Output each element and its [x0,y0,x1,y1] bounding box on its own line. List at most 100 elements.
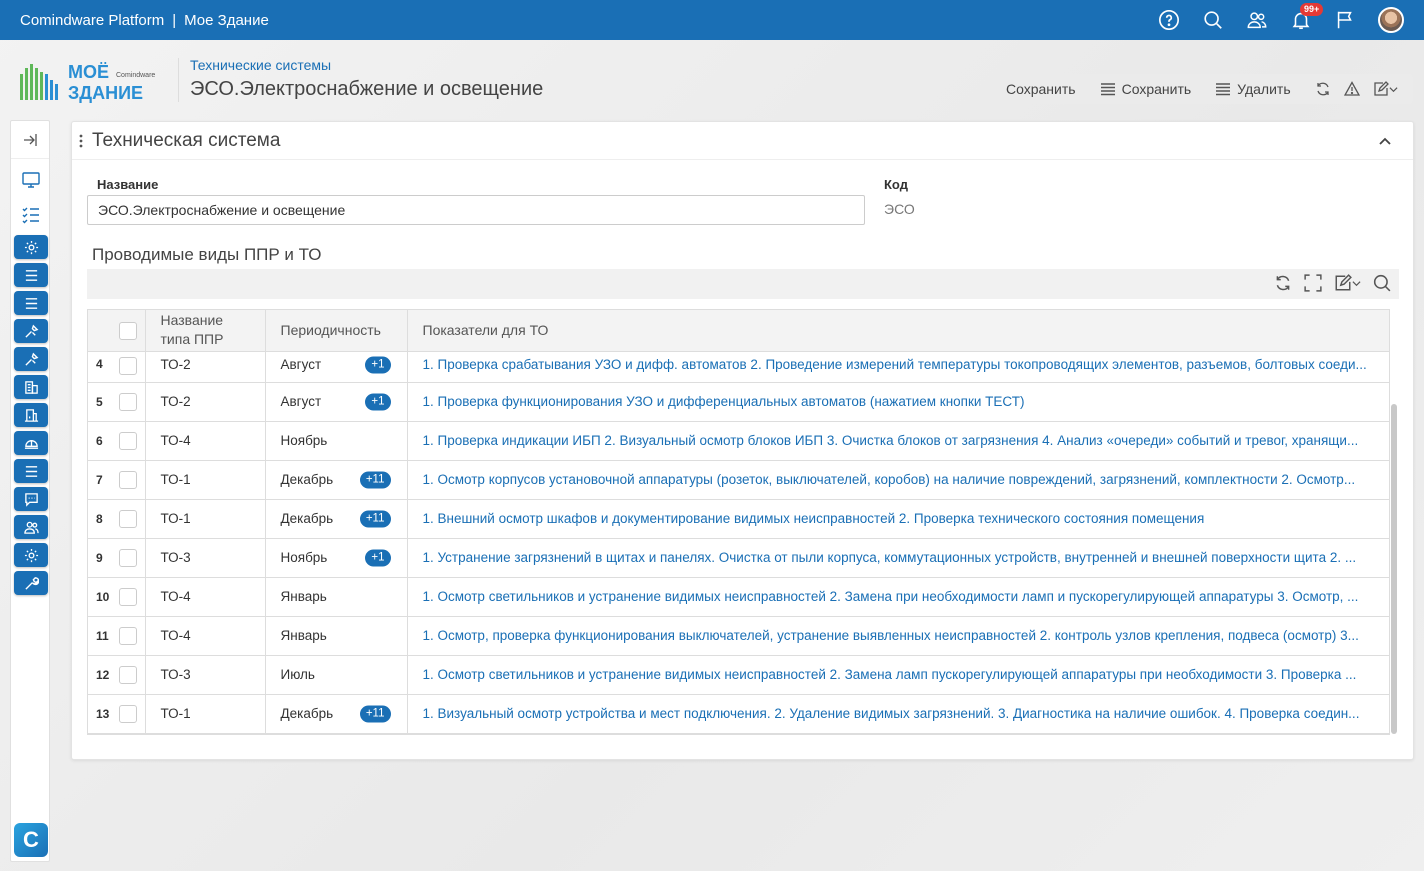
period-label: Январь [280,589,327,604]
sidebar-item-list-3[interactable] [14,459,48,483]
row-number-header [88,310,112,352]
sidebar-item-list-2[interactable] [14,291,48,315]
cell-indicators[interactable]: 1. Осмотр светильников и устранение види… [407,655,1389,695]
column-header-period[interactable]: Периодичность [265,310,408,352]
edit-dropdown-icon[interactable] [1334,274,1361,292]
period-count-badge[interactable]: +1 [365,549,391,566]
save-menu-label: Сохранить [1121,81,1192,97]
bell-icon[interactable]: 99+ [1290,3,1324,31]
row-checkbox[interactable] [112,694,146,734]
row-checkbox[interactable] [112,351,146,383]
period-count-badge[interactable]: +11 [359,510,391,527]
checklist-icon[interactable] [20,204,42,226]
table-row[interactable]: 6 ТО-4 Ноябрь 1. Проверка индикации ИБП 2. … [88,421,1389,461]
monitor-icon[interactable] [20,169,42,191]
app-name[interactable]: Мое Здание [184,12,269,29]
sidebar-item-tools-2[interactable] [14,347,48,371]
search-icon[interactable] [1202,9,1224,31]
cell-indicators[interactable]: 1. Устранение загрязнений в щитах и пане… [407,538,1389,578]
user-avatar[interactable] [1378,7,1404,33]
row-checkbox[interactable] [112,655,146,695]
panel-title: Техническая система [92,130,281,151]
table-row[interactable]: 7 ТО-1 Декабрь +11 1. Осмотр корпусов устано… [88,460,1389,500]
cell-indicators[interactable]: 1. Осмотр, проверка функционирования вык… [407,616,1389,656]
period-count-badge[interactable]: +11 [359,705,391,722]
users-icon [23,521,39,534]
column-header-type[interactable]: Название типа ППР [145,310,266,352]
fullscreen-icon[interactable] [1304,274,1322,292]
search-icon[interactable] [1373,274,1391,292]
cell-indicators[interactable]: 1. Осмотр корпусов установочной аппарату… [407,460,1389,500]
table-row[interactable]: 5 ТО-2 Август +1 1. Проверка функционировани… [88,382,1389,422]
help-icon[interactable] [1158,9,1180,31]
row-checkbox[interactable] [112,382,146,422]
drag-handle-icon[interactable] [79,134,83,148]
sidebar-item-messages[interactable] [14,487,48,511]
cell-indicators[interactable]: 1. Проверка срабатывания УЗО и дифф. авт… [407,351,1389,383]
table-row[interactable]: 4 ТО-2 Август +1 1. Проверка срабатывания УЗ… [88,351,1389,383]
save-button-label: Сохранить [1006,81,1076,97]
sidebar-item-list-1[interactable] [14,263,48,287]
record-toolbar: Сохранить Сохранить Удалить [993,74,1413,104]
users-icon[interactable] [1246,9,1268,31]
cell-indicators[interactable]: 1. Осмотр светильников и устранение види… [407,577,1389,617]
table-scrollbar[interactable] [1391,404,1397,734]
table-row[interactable]: 11 ТО-4 Январь 1. Осмотр, проверка функцион… [88,616,1389,656]
warning-icon[interactable] [1343,80,1361,98]
cell-indicators[interactable]: 1. Визуальный осмотр устройства и мест п… [407,694,1389,734]
cell-type: ТО-1 [145,499,266,539]
column-header-indicators[interactable]: Показатели для ТО [407,310,1389,352]
cell-indicators[interactable]: 1. Проверка функционирования УЗО и диффе… [407,382,1389,422]
row-checkbox[interactable] [112,577,146,617]
ppr-table: Название типа ППР Периодичность Показате… [87,309,1390,735]
sidebar-item-buildings[interactable] [14,375,48,399]
edit-dropdown-icon[interactable] [1373,80,1401,98]
table-row[interactable]: 12 ТО-3 Июль 1. Осмотр светильников и устра… [88,655,1389,695]
comindware-logo-icon[interactable]: C [14,823,48,857]
table-row[interactable]: 8 ТО-1 Декабрь +11 1. Внешний осмотр шкафов … [88,499,1389,539]
table-row[interactable]: 9 ТО-3 Ноябрь +1 1. Устранение загрязнений в… [88,538,1389,578]
cell-indicators[interactable]: 1. Проверка индикации ИБП 2. Визуальный … [407,421,1389,461]
sidebar-item-users[interactable] [14,515,48,539]
cell-indicators[interactable]: 1. Внешний осмотр шкафов и документирова… [407,499,1389,539]
row-checkbox[interactable] [112,499,146,539]
product-name[interactable]: Comindware Platform [20,12,164,29]
select-all-checkbox[interactable] [112,310,146,352]
save-button[interactable]: Сохранить [1006,81,1076,97]
row-number: 11 [88,616,112,656]
row-checkbox[interactable] [112,616,146,656]
row-checkbox[interactable] [112,538,146,578]
sidebar-item-tools-1[interactable] [14,319,48,343]
code-label: Код [884,177,908,192]
period-count-badge[interactable]: +11 [359,471,391,488]
sidebar-item-maintenance[interactable] [14,571,48,595]
breadcrumb[interactable]: Технические системы [190,57,331,73]
row-checkbox[interactable] [112,460,146,500]
cell-period: Декабрь +11 [265,694,408,734]
period-count-badge[interactable]: +1 [365,393,391,410]
row-checkbox[interactable] [112,421,146,461]
cell-type: ТО-4 [145,616,266,656]
name-field[interactable]: ЭСО.Электроснабжение и освещение [87,195,865,225]
list-icon [25,465,37,477]
sidebar-item-premises[interactable] [14,403,48,427]
delete-button[interactable]: Удалить [1215,81,1291,97]
table-row[interactable]: 13 ТО-1 Декабрь +11 1. Визуальный осмотр уст… [88,694,1389,734]
logo-line2: ЗДАНИЕ [68,83,143,103]
refresh-icon[interactable] [1274,274,1292,292]
cell-type: ТО-2 [145,351,266,383]
period-count-badge[interactable]: +1 [365,356,391,373]
flag-icon[interactable] [1334,9,1356,31]
save-menu-button[interactable]: Сохранить [1100,81,1192,97]
chevron-up-icon[interactable] [1377,134,1393,150]
table-row[interactable]: 10 ТО-4 Январь 1. Осмотр светильников и уст… [88,577,1389,617]
collapse-icon[interactable] [11,121,49,159]
sidebar-item-settings[interactable] [14,235,48,259]
sidebar-item-config[interactable] [14,543,48,567]
refresh-icon[interactable] [1315,80,1332,98]
top-bar: Comindware Platform | Мое Здание 99+ [0,0,1424,40]
cell-type: ТО-1 [145,694,266,734]
delete-button-label: Удалить [1237,81,1291,97]
cell-period: Декабрь +11 [265,499,408,539]
sidebar-item-safety[interactable] [14,431,48,455]
